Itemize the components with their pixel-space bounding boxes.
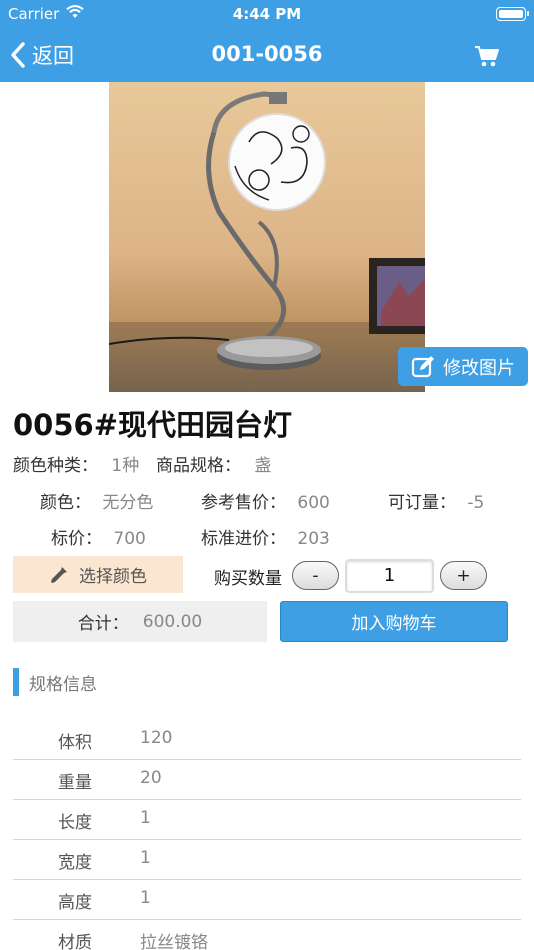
ref-price-info: 参考售价： 600 (201, 488, 330, 513)
eyedropper-icon (51, 566, 67, 583)
spec-row: 重量 20 (13, 760, 521, 800)
spec-row: 体积 120 (13, 720, 521, 760)
quantity-input[interactable]: 1 (345, 559, 434, 593)
spec-value: 盏 (254, 456, 272, 476)
page-title: 001-0056 (211, 42, 323, 66)
pick-color-label: 选择颜色 (79, 567, 147, 587)
orderable-label: 可订量： (388, 493, 456, 513)
spec-value: 20 (140, 768, 162, 788)
color-types-info: 颜色种类： 1种 (13, 451, 139, 476)
ref-price-label: 参考售价： (201, 493, 286, 513)
list-price-value: 700 (113, 529, 146, 549)
pick-color-button[interactable]: 选择颜色 (13, 556, 183, 593)
color-info: 颜色： 无分色 (40, 488, 153, 513)
total-box: 合计： 600.00 (13, 601, 267, 642)
cart-icon[interactable] (474, 44, 500, 68)
quantity-decrement-button[interactable]: - (292, 561, 339, 590)
spec-info: 商品规格： 盏 (156, 451, 271, 476)
product-name: 0056#现代田园台灯 (13, 408, 293, 442)
nav-bar: 返回 001-0056 (0, 30, 534, 82)
spec-key: 宽度 (58, 853, 92, 873)
spec-key: 体积 (58, 733, 92, 753)
battery-icon (496, 7, 529, 21)
spec-value: 120 (140, 728, 173, 748)
total-label: 合计： (77, 614, 129, 634)
spec-row: 宽度 1 (13, 840, 521, 880)
color-value: 无分色 (102, 493, 154, 513)
spec-key: 高度 (58, 893, 92, 913)
std-cost-value: 203 (297, 529, 330, 549)
edit-icon (411, 355, 434, 377)
std-cost-label: 标准进价： (201, 529, 286, 549)
spec-row: 高度 1 (13, 880, 521, 920)
spec-key: 长度 (58, 813, 92, 833)
spec-value: 1 (140, 848, 151, 868)
orderable-value: -5 (467, 493, 485, 513)
ref-price-value: 600 (297, 493, 330, 513)
spec-section-header: 规格信息 (13, 668, 97, 696)
color-label: 颜色： (40, 493, 91, 513)
spec-section-title: 规格信息 (29, 674, 97, 695)
list-price-label: 标价： (51, 529, 102, 549)
spec-key: 材质 (58, 933, 92, 950)
status-time: 4:44 PM (232, 5, 302, 23)
spec-row: 材质 拉丝镀铬 (13, 920, 521, 950)
status-bar: Carrier 4:44 PM (0, 0, 534, 30)
color-types-value: 1种 (111, 456, 140, 476)
product-image (109, 82, 425, 392)
orderable-info: 可订量： -5 (388, 488, 484, 513)
spec-row: 长度 1 (13, 800, 521, 840)
total-value: 600.00 (142, 611, 203, 632)
spec-value: 拉丝镀铬 (140, 933, 208, 950)
section-accent-bar (13, 668, 19, 696)
spec-value: 1 (140, 808, 151, 828)
quantity-label: 购买数量 (214, 569, 282, 589)
add-to-cart-button[interactable]: 加入购物车 (280, 601, 508, 642)
lamp-illustration (109, 91, 425, 392)
spec-value: 1 (140, 888, 151, 908)
std-cost-info: 标准进价： 203 (201, 524, 330, 549)
color-types-label: 颜色种类： (13, 456, 98, 476)
list-price-info: 标价： 700 (51, 524, 146, 549)
spec-label: 商品规格： (156, 456, 241, 476)
edit-image-label: 修改图片 (443, 357, 515, 379)
spec-key: 重量 (58, 773, 92, 793)
quantity-increment-button[interactable]: + (440, 561, 487, 590)
edit-image-button[interactable]: 修改图片 (398, 347, 528, 386)
